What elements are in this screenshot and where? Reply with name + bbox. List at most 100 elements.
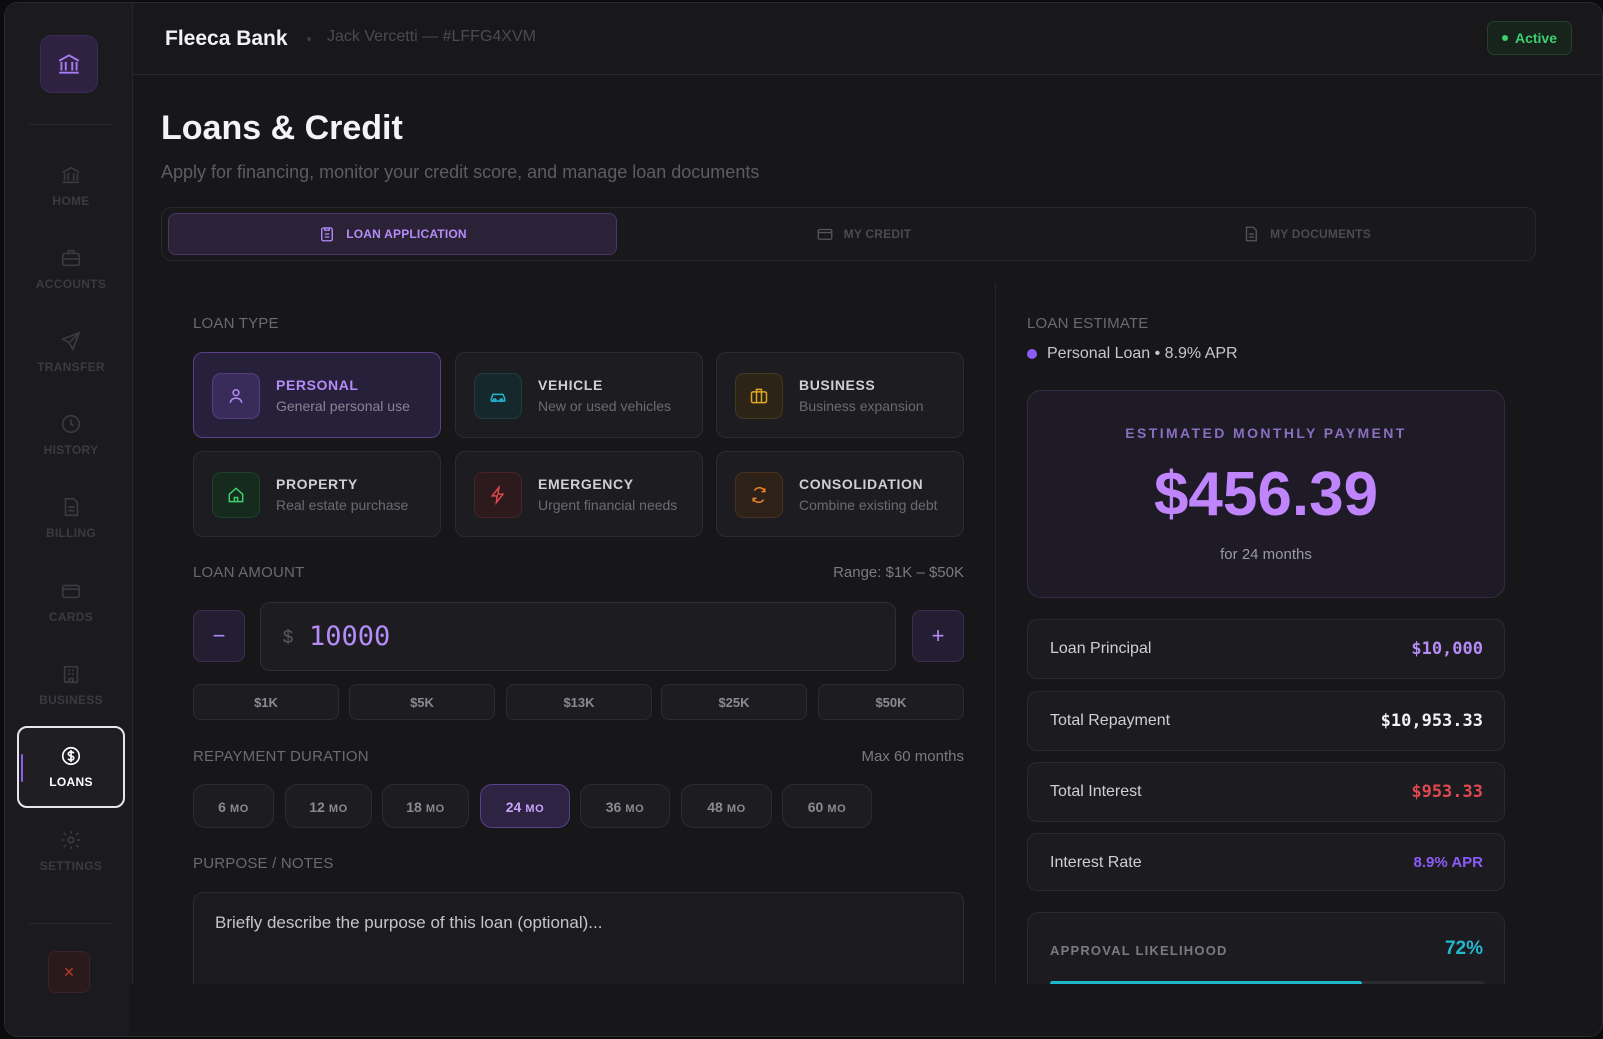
lightning-icon <box>490 485 505 505</box>
approval-likelihood-value: 72% <box>1444 938 1483 959</box>
briefcase-icon <box>750 388 768 404</box>
bottom-edge <box>129 984 1602 1036</box>
loan-type-icon-box <box>735 472 783 518</box>
duration-unit: MO <box>525 803 545 815</box>
loan-type-dot-icon <box>1027 349 1037 359</box>
quick-amount-button[interactable]: $1K <box>193 684 339 720</box>
duration-unit: MO <box>625 803 645 815</box>
minus-icon: − <box>212 623 226 648</box>
duration-unit: MO <box>229 803 249 815</box>
page-title: Loans & Credit <box>161 109 403 147</box>
duration-option[interactable]: 36 MO <box>580 784 670 828</box>
duration-max: Max 60 months <box>861 748 964 765</box>
duration-option-selected[interactable]: 24 MO <box>480 784 570 828</box>
loan-type-icon-box <box>474 373 522 419</box>
loan-estimate-label: LOAN ESTIMATE <box>1027 315 1149 332</box>
loan-principal-row: Loan Principal $10,000 <box>1027 619 1505 679</box>
loan-amount-input[interactable]: $ 10000 <box>260 602 896 671</box>
loan-type-title: VEHICLE <box>538 377 603 393</box>
loan-type-emergency[interactable]: EMERGENCY Urgent financial needs <box>455 451 703 537</box>
tab-label: MY CREDIT <box>843 227 912 241</box>
loan-estimate-summary: Personal Loan • 8.9% APR <box>1027 345 1238 363</box>
stat-label: Total Repayment <box>1050 712 1171 729</box>
tab-loan-application[interactable]: LOAN APPLICATION <box>168 213 617 255</box>
loan-type-icon-box <box>474 472 522 518</box>
loan-type-desc: New or used vehicles <box>538 398 672 414</box>
stat-label: Interest Rate <box>1050 854 1142 871</box>
column-divider <box>995 283 996 985</box>
stat-value: $10,000 <box>1411 639 1483 659</box>
increase-amount-button[interactable]: + <box>912 610 964 662</box>
decrease-amount-button[interactable]: − <box>193 610 245 662</box>
loan-type-title: BUSINESS <box>799 377 876 393</box>
credit-card-icon <box>817 228 833 240</box>
loan-type-desc: Combine existing debt <box>799 497 938 513</box>
quick-amount-button[interactable]: $25K <box>661 684 807 720</box>
plus-icon: + <box>931 623 945 648</box>
duration-unit: MO <box>827 803 847 815</box>
approval-likelihood-label: APPROVAL LIKELIHOOD <box>1050 943 1228 958</box>
stat-label: Total Interest <box>1050 783 1142 800</box>
duration-option[interactable]: 18 MO <box>382 784 469 828</box>
loan-type-business[interactable]: BUSINESS Business expansion <box>716 352 964 438</box>
loan-amount-label: LOAN AMOUNT <box>193 564 305 581</box>
stat-label: Loan Principal <box>1050 640 1152 657</box>
stat-value: $953.33 <box>1411 782 1483 802</box>
duration-value: 6 <box>218 799 226 815</box>
loan-type-title: CONSOLIDATION <box>799 476 924 492</box>
notes-label: PURPOSE / NOTES <box>193 855 334 872</box>
loan-type-property[interactable]: PROPERTY Real estate purchase <box>193 451 441 537</box>
notes-placeholder: Briefly describe the purpose of this loa… <box>215 913 603 932</box>
duration-value: 12 <box>309 799 325 815</box>
quick-amount-button[interactable]: $50K <box>818 684 964 720</box>
duration-value: 36 <box>605 799 622 815</box>
loan-type-title: EMERGENCY <box>538 476 634 492</box>
car-icon <box>490 393 506 403</box>
duration-value: 18 <box>406 799 422 815</box>
loan-type-vehicle[interactable]: VEHICLE New or used vehicles <box>455 352 703 438</box>
duration-unit: MO <box>425 803 445 815</box>
loan-type-desc: Urgent financial needs <box>538 497 678 513</box>
loan-type-icon-box <box>735 373 783 419</box>
user-icon <box>229 389 243 403</box>
monthly-payment-term: for 24 months <box>1220 546 1312 563</box>
duration-option[interactable]: 60 MO <box>782 784 872 828</box>
monthly-payment-card: ESTIMATED MONTHLY PAYMENT $456.39 for 24… <box>1027 390 1505 598</box>
tab-my-credit[interactable]: MY CREDIT <box>639 213 1088 255</box>
monthly-payment-label: ESTIMATED MONTHLY PAYMENT <box>1125 425 1407 441</box>
app-window: HOME ACCOUNTS TRANSFER HISTORY BILLING C… <box>4 2 1603 1037</box>
tab-bar: LOAN APPLICATION MY CREDIT MY DOCUMENTS <box>161 207 1536 261</box>
home-icon <box>228 487 244 503</box>
tab-my-documents[interactable]: MY DOCUMENTS <box>1082 213 1531 255</box>
duration-option[interactable]: 48 MO <box>681 784 772 828</box>
loan-type-icon-box <box>212 472 260 518</box>
page-subtitle: Apply for financing, monitor your credit… <box>161 162 760 182</box>
duration-value: 60 <box>807 799 824 815</box>
loan-type-title: PROPERTY <box>276 476 358 492</box>
total-repayment-row: Total Repayment $10,953.33 <box>1027 691 1505 751</box>
loan-type-label: LOAN TYPE <box>193 315 279 332</box>
duration-value: 48 <box>707 799 723 815</box>
loan-type-personal[interactable]: PERSONAL General personal use <box>193 352 441 438</box>
total-interest-row: Total Interest $953.33 <box>1027 762 1505 822</box>
duration-option[interactable]: 6 MO <box>193 784 274 828</box>
quick-amount-button[interactable]: $5K <box>349 684 495 720</box>
main-content: Loans & Credit Apply for financing, moni… <box>5 3 1602 1036</box>
loan-amount-value[interactable]: 10000 <box>309 621 390 652</box>
loan-type-consolidation[interactable]: CONSOLIDATION Combine existing debt <box>716 451 964 537</box>
loan-amount-range: Range: $1K – $50K <box>833 564 964 581</box>
duration-value: 24 <box>505 799 522 815</box>
duration-unit: MO <box>328 803 348 815</box>
tab-label: MY DOCUMENTS <box>1270 227 1371 241</box>
quick-amount-button[interactable]: $13K <box>506 684 652 720</box>
duration-label: REPAYMENT DURATION <box>193 748 369 765</box>
tab-label: LOAN APPLICATION <box>346 227 467 241</box>
duration-option[interactable]: 12 MO <box>285 784 372 828</box>
monthly-payment-value: $456.39 <box>1153 460 1379 529</box>
loan-type-icon-box <box>212 373 260 419</box>
duration-unit: MO <box>726 803 746 815</box>
loan-type-desc: Business expansion <box>799 398 924 414</box>
currency-symbol: $ <box>283 627 294 647</box>
stat-value: 8.9% APR <box>1413 854 1483 871</box>
loan-type-desc: General personal use <box>276 398 410 414</box>
